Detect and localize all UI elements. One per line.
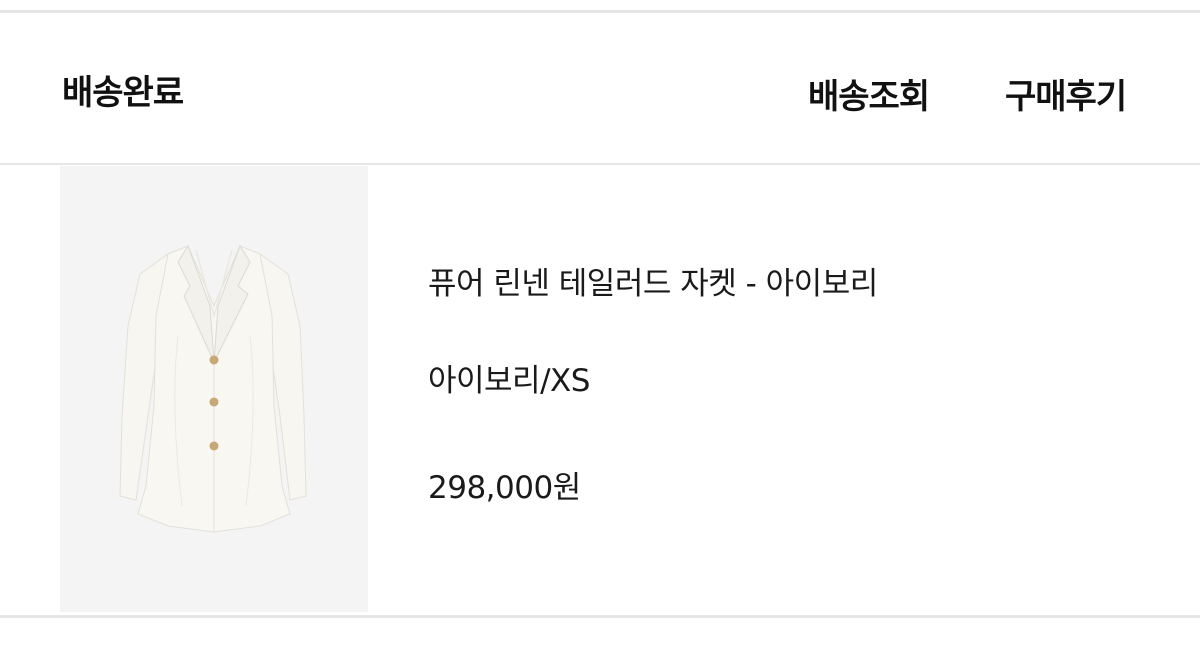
- product-thumbnail[interactable]: [60, 166, 368, 612]
- bottom-divider: [0, 615, 1200, 618]
- delivery-status-label: 배송완료: [62, 73, 184, 113]
- product-price: 298,000원: [428, 470, 581, 506]
- order-header: 배송완료 배송조회 구매후기: [0, 13, 1200, 163]
- jacket-button: [209, 397, 219, 407]
- jacket-button: [209, 355, 219, 365]
- header-divider: [0, 163, 1200, 165]
- jacket-image: [119, 244, 307, 533]
- track-delivery-button[interactable]: 배송조회: [808, 69, 930, 118]
- product-name[interactable]: 퓨어 린넨 테일러드 자켓 - 아이보리: [428, 258, 878, 303]
- product-option: 아이보리/XS: [428, 363, 590, 399]
- jacket-button: [209, 441, 219, 451]
- write-review-button[interactable]: 구매후기: [1005, 69, 1127, 118]
